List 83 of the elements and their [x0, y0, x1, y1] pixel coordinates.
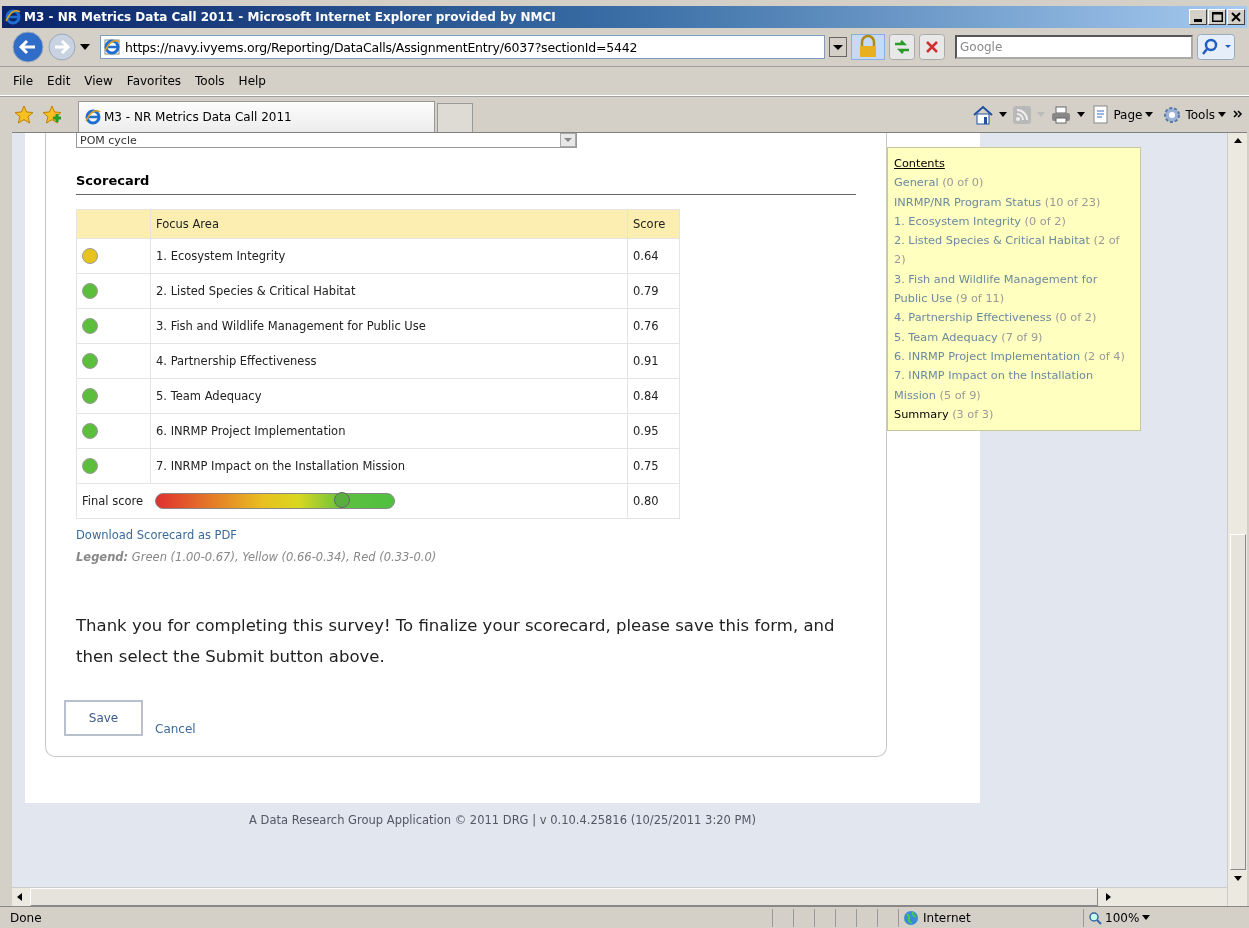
close-icon [1231, 12, 1241, 22]
contents-link[interactable]: 1. Ecosystem Integrity (0 of 2) [894, 211, 1134, 232]
maximize-icon [1211, 12, 1223, 22]
cancel-link[interactable]: Cancel [155, 722, 196, 736]
globe-icon [903, 909, 919, 926]
menu-item[interactable]: File [6, 74, 41, 88]
select-field[interactable]: POM cycle [76, 133, 577, 148]
page-icon [1092, 104, 1111, 125]
table-cell: 0.64 [627, 238, 680, 274]
table-cell: 0.76 [627, 308, 680, 344]
gear-icon [1162, 104, 1183, 125]
close-button[interactable] [1227, 9, 1245, 25]
caret-icon[interactable] [1077, 112, 1086, 117]
contents-link[interactable]: 5. Team Adequacy (7 of 9) [894, 327, 1134, 347]
zoom-button[interactable]: 100% [1083, 908, 1155, 927]
minimize-icon [1194, 19, 1202, 22]
legend-text: Legend: Green (1.00-0.67), Yellow (0.66-0.34), Red (0.33-0.0) [76, 550, 438, 564]
table-cell: 7. INRMP Impact on the Installation Mission [150, 448, 628, 484]
contents-link[interactable]: Summary (3 of 3) [894, 404, 1134, 425]
table-cell: 2. Listed Species & Critical Habitat [150, 273, 628, 309]
caret-icon[interactable] [80, 44, 90, 50]
final-score-label: Final score [82, 494, 144, 508]
contents-link[interactable]: 6. INRMP Project Implementation (2 of 4) [894, 346, 1134, 367]
table-cell: 0.91 [627, 343, 680, 379]
search-button[interactable] [1197, 34, 1235, 60]
table-cell: 0.79 [627, 273, 680, 309]
dropdown-button[interactable] [829, 37, 847, 57]
contents-link[interactable]: 2. Listed Species & Critical Habitat (2 of 2) [894, 231, 1134, 270]
menu-item[interactable]: View [77, 74, 120, 88]
contents-title: Contents [894, 156, 946, 172]
printer-icon[interactable] [1050, 104, 1073, 125]
horizontal-scrollbar[interactable] [12, 887, 1227, 906]
table-cell: 0.80 [627, 483, 680, 519]
menu-item[interactable]: Edit [40, 74, 78, 88]
caret-icon [1218, 112, 1226, 117]
contents-link[interactable]: INRMP/NR Program Status (10 of 23) [894, 192, 1134, 212]
table-cell: 0.84 [627, 378, 680, 414]
thank-you-message: Thank you for completing this survey! To finalize your scorecard, please save this form, and then select the Submit button above. [76, 615, 836, 668]
browser-tab[interactable]: M3 - NR Metrics Data Call 2011 [78, 101, 435, 132]
menu-item[interactable]: Tools [188, 74, 232, 88]
refresh-button[interactable] [889, 34, 915, 60]
security-zone: Internet [898, 908, 1083, 927]
page-menu-button[interactable]: Page [1090, 104, 1156, 125]
column-header: Score [627, 209, 680, 239]
window-title: M3 - NR Metrics Data Call 2011 - Microsoft Internet Explorer provided by NMCI [24, 10, 557, 24]
magnifier-icon [1088, 910, 1102, 925]
menu-item[interactable]: Help [231, 74, 273, 88]
table-cell: 0.95 [627, 413, 680, 449]
minimize-button[interactable] [1189, 9, 1207, 25]
caret-icon [1142, 915, 1151, 920]
menu-item[interactable]: Favorites [119, 74, 189, 88]
tools-menu-button[interactable]: Tools [1160, 104, 1228, 125]
footer-text: A Data Research Group Application © 2011 DRG | v 0.10.4.25816 (10/25/2011 3:20 PM) [248, 813, 757, 827]
table-cell: 1. Ecosystem Integrity [150, 238, 628, 274]
contents-link[interactable]: 7. INRMP Impact on the Installation Mission (5 of 9) [894, 366, 1134, 405]
vertical-scrollbar[interactable] [1227, 133, 1247, 906]
ie-logo-icon [5, 9, 21, 25]
table-cell: 5. Team Adequacy [150, 378, 628, 414]
table-cell: 6. INRMP Project Implementation [150, 413, 628, 449]
table-cell: 0.75 [627, 448, 680, 484]
ie-logo-icon [85, 109, 101, 125]
maximize-button[interactable] [1208, 9, 1226, 25]
star-icon[interactable] [14, 104, 34, 125]
chevron-icon[interactable] [1233, 109, 1243, 120]
contents-link[interactable]: 4. Partnership Effectiveness (0 of 2) [894, 308, 1134, 328]
status-text: Done [10, 910, 43, 925]
add-star-icon[interactable] [42, 104, 62, 125]
download-link[interactable]: Download Scorecard as PDF [76, 528, 856, 542]
caret-icon[interactable] [999, 112, 1008, 117]
home-icon[interactable] [972, 104, 995, 125]
contents-link[interactable]: General (0 of 0) [894, 173, 1134, 193]
contents-link[interactable]: 3. Fish and Wildlife Management for Public Use (9 of 11) [894, 269, 1134, 309]
caret-icon [1145, 112, 1154, 117]
table-cell: 3. Fish and Wildlife Management for Public Use [150, 308, 628, 344]
section-heading: Scorecard [76, 173, 856, 195]
page-icon [104, 39, 120, 55]
column-header: Focus Area [150, 209, 628, 239]
save-button[interactable]: Save [64, 700, 143, 736]
address-field[interactable]: https://navy.ivyems.org/Reporting/DataCalls/AssignmentEntry/6037?sectionId=5442 [100, 35, 825, 59]
search-field[interactable]: Google [955, 35, 1193, 59]
close-icon[interactable] [919, 34, 945, 60]
back-button[interactable] [12, 31, 44, 63]
table-cell: 4. Partnership Effectiveness [150, 343, 628, 379]
